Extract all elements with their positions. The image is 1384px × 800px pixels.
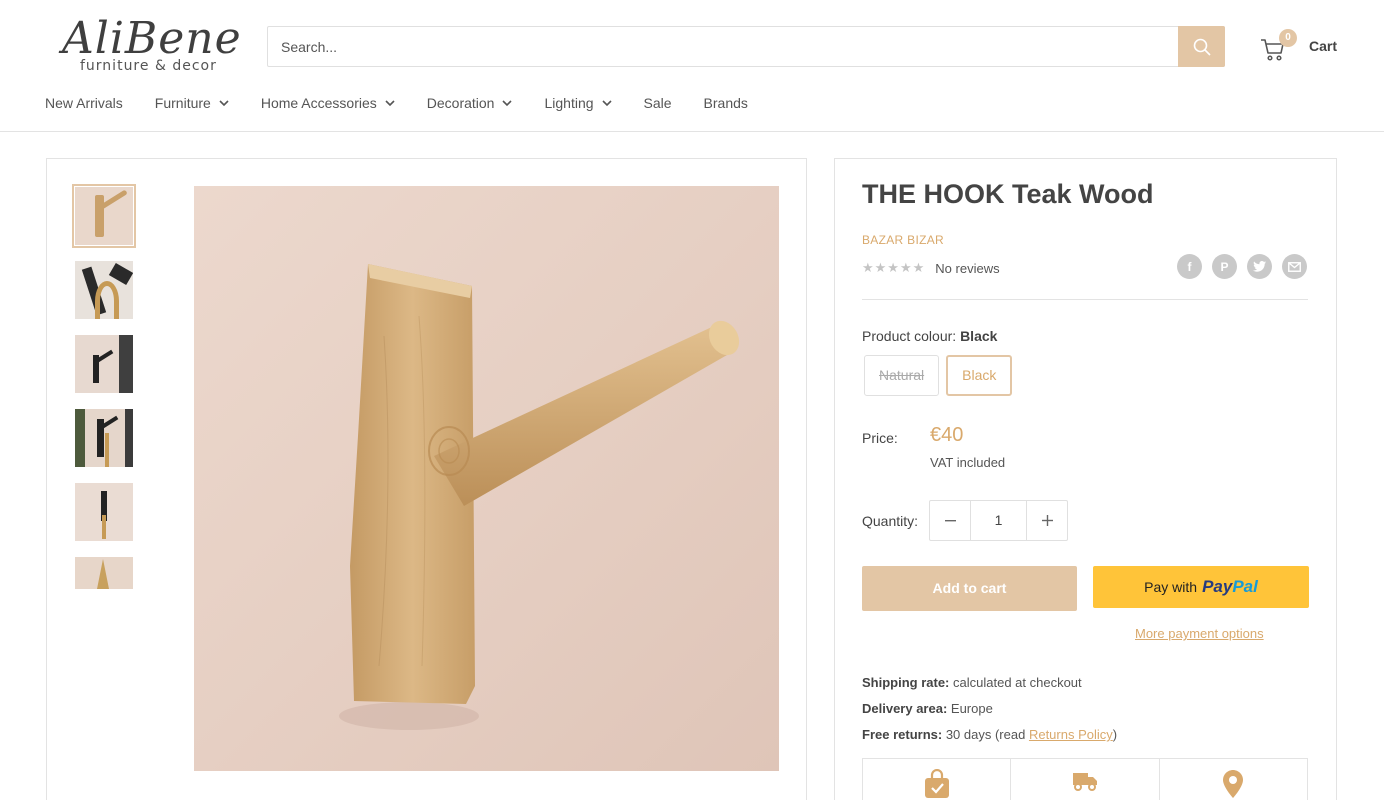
thumbnail-image bbox=[75, 187, 133, 245]
free-returns-value: 30 days (read bbox=[945, 727, 1026, 742]
nav-label: Sale bbox=[643, 95, 672, 111]
colour-option-natural[interactable]: Natural bbox=[864, 355, 940, 396]
thumbnail-3[interactable] bbox=[72, 332, 136, 396]
main-nav: New Arrivals Furniture Home Accessories … bbox=[45, 92, 780, 114]
search-button[interactable] bbox=[1178, 26, 1225, 67]
divider bbox=[862, 299, 1308, 300]
star-rating-icon: ★★★★★ bbox=[862, 260, 926, 275]
nav-item-decoration[interactable]: Decoration bbox=[427, 95, 513, 111]
feature-delivery bbox=[1011, 759, 1160, 800]
product-main-image[interactable] bbox=[194, 186, 779, 771]
product-title: THE HOOK Teak Wood bbox=[862, 179, 1154, 209]
feature-icons-row bbox=[862, 758, 1308, 800]
more-payment-options-link[interactable]: More payment options bbox=[1135, 626, 1264, 641]
colour-option-black[interactable]: Black bbox=[946, 355, 1013, 396]
location-pin-icon bbox=[1223, 770, 1244, 798]
quantity-input[interactable]: 1 bbox=[970, 501, 1027, 540]
chevron-down-icon bbox=[601, 99, 612, 106]
pinterest-icon[interactable]: P bbox=[1212, 254, 1237, 279]
returns-close-paren: ) bbox=[1112, 727, 1118, 742]
site-header: AliBene furniture & decor 0 Cart New Arr… bbox=[0, 0, 1384, 132]
nav-item-home-accessories[interactable]: Home Accessories bbox=[261, 95, 395, 111]
colour-label-text: Product colour: bbox=[862, 328, 957, 344]
delivery-area-label: Delivery area: bbox=[862, 701, 948, 716]
delivery-truck-icon bbox=[1072, 773, 1097, 791]
shipping-rate-line: Shipping rate: calculated at checkout bbox=[862, 675, 1082, 690]
nav-label: Home Accessories bbox=[260, 95, 377, 111]
feature-location bbox=[1160, 759, 1307, 800]
cart-link[interactable]: 0 Cart bbox=[1260, 29, 1350, 62]
cart-icon: 0 bbox=[1260, 29, 1297, 61]
vat-note: VAT included bbox=[930, 455, 1006, 470]
thumbnail-1[interactable] bbox=[72, 184, 136, 248]
product-gallery bbox=[46, 158, 807, 800]
site-logo[interactable]: AliBene furniture & decor bbox=[62, 14, 241, 78]
search-input[interactable] bbox=[268, 27, 1180, 66]
paypal-prefix: Pay with bbox=[1144, 579, 1198, 595]
feature-secure-shopping bbox=[863, 759, 1012, 800]
quantity-decrease-button[interactable] bbox=[930, 501, 970, 540]
nav-label: New Arrivals bbox=[45, 95, 123, 111]
shopping-bag-check-icon bbox=[924, 769, 949, 798]
delivery-area-value: Europe bbox=[950, 701, 993, 716]
thumbnail-image bbox=[75, 261, 133, 319]
colour-selected-value: Black bbox=[960, 328, 998, 344]
plus-icon bbox=[1041, 515, 1053, 526]
quantity-stepper: 1 bbox=[929, 500, 1068, 541]
product-rating[interactable]: ★★★★★ No reviews bbox=[862, 260, 1000, 276]
thumbnail-image bbox=[75, 335, 133, 393]
thumbnail-6[interactable] bbox=[72, 554, 136, 592]
chevron-down-icon bbox=[385, 99, 395, 106]
email-icon[interactable] bbox=[1282, 254, 1307, 279]
nav-item-brands[interactable]: Brands bbox=[704, 95, 748, 111]
thumbnail-image bbox=[75, 557, 133, 589]
chevron-down-icon bbox=[502, 99, 513, 106]
nav-label: Brands bbox=[703, 95, 748, 111]
paypal-logo-pay: Pay bbox=[1202, 577, 1233, 596]
nav-item-new-arrivals[interactable]: New Arrivals bbox=[45, 95, 123, 111]
reviews-count: No reviews bbox=[935, 260, 1000, 276]
shipping-rate-label: Shipping rate: bbox=[862, 675, 950, 690]
nav-label: Lighting bbox=[544, 95, 594, 111]
nav-item-lighting[interactable]: Lighting bbox=[544, 95, 612, 111]
thumbnail-image bbox=[75, 409, 133, 467]
facebook-icon[interactable]: f bbox=[1177, 254, 1202, 279]
logo-wordmark: AliBene bbox=[62, 13, 242, 64]
teak-hook-image bbox=[339, 264, 740, 730]
shipping-rate-value: calculated at checkout bbox=[953, 675, 1082, 690]
thumbnail-4[interactable] bbox=[72, 406, 136, 470]
free-returns-label: Free returns: bbox=[862, 727, 943, 742]
thumbnail-2[interactable] bbox=[72, 258, 136, 322]
colour-label: Product colour: Black bbox=[862, 328, 997, 344]
nav-label: Furniture bbox=[154, 95, 211, 111]
paypal-button[interactable]: Pay with Pay Pal bbox=[1093, 566, 1309, 608]
quantity-label: Quantity: bbox=[862, 513, 919, 529]
nav-item-furniture[interactable]: Furniture bbox=[155, 95, 229, 111]
product-info-card: THE HOOK Teak Wood BAZAR BIZAR ★★★★★ No … bbox=[834, 158, 1337, 800]
minus-icon bbox=[944, 519, 956, 521]
cart-count-badge: 0 bbox=[1279, 29, 1297, 47]
logo-tagline: furniture & decor bbox=[80, 58, 217, 74]
twitter-icon[interactable] bbox=[1247, 254, 1272, 279]
thumbnail-5[interactable] bbox=[72, 480, 136, 544]
share-buttons: f P bbox=[1177, 254, 1317, 279]
product-price: €40 bbox=[930, 424, 964, 446]
delivery-area-line: Delivery area: Europe bbox=[862, 701, 993, 716]
search-icon bbox=[1193, 38, 1211, 56]
add-to-cart-button[interactable]: Add to cart bbox=[862, 566, 1077, 611]
thumbnail-list bbox=[72, 184, 142, 602]
colour-swatches: Natural Black bbox=[864, 355, 1019, 396]
search-bar bbox=[267, 26, 1225, 67]
nav-label: Decoration bbox=[426, 95, 495, 111]
cart-label: Cart bbox=[1309, 38, 1338, 54]
product-vendor-link[interactable]: BAZAR BIZAR bbox=[862, 233, 944, 247]
thumbnail-image bbox=[75, 483, 133, 541]
chevron-down-icon bbox=[219, 99, 229, 106]
free-returns-line: Free returns: 30 days (read Returns Poli… bbox=[862, 727, 1117, 742]
price-label: Price: bbox=[862, 430, 898, 446]
returns-policy-link[interactable]: Returns Policy bbox=[1029, 727, 1113, 742]
quantity-increase-button[interactable] bbox=[1027, 501, 1067, 540]
paypal-logo-pal: Pal bbox=[1232, 577, 1258, 596]
nav-item-sale[interactable]: Sale bbox=[644, 95, 672, 111]
